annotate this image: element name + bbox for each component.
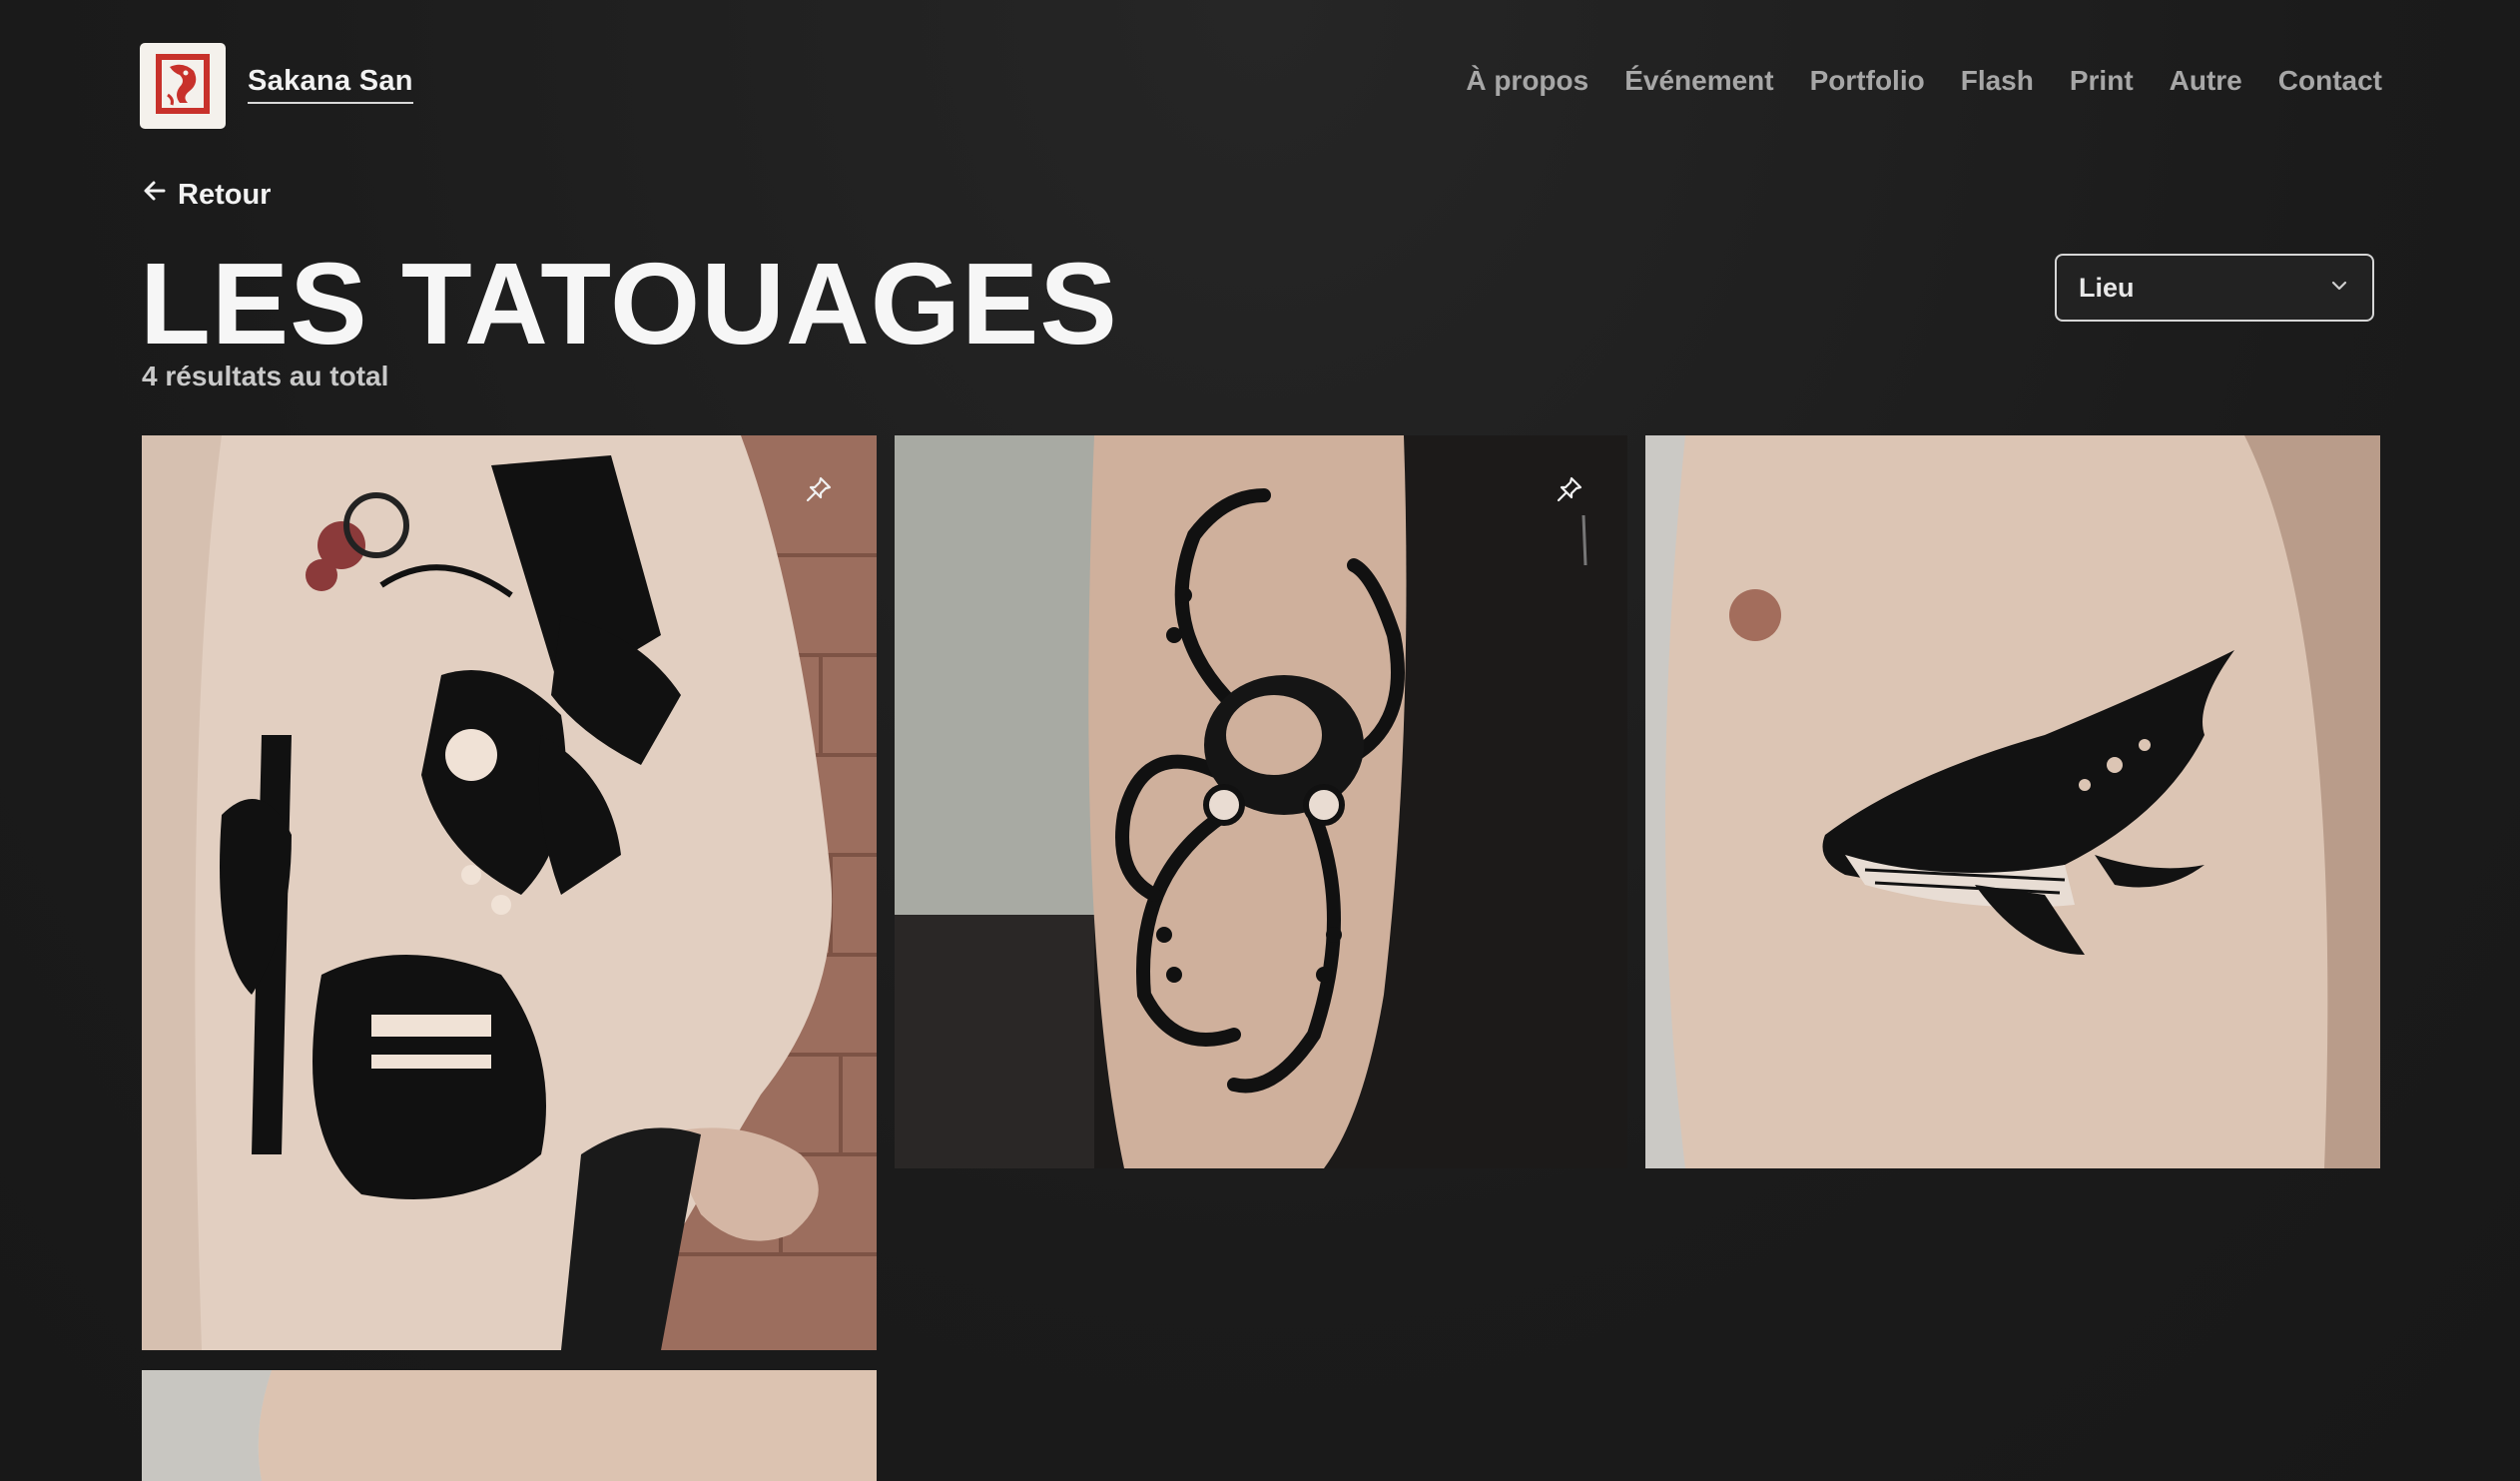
- main-nav: À propos Événement Portfolio Flash Print…: [1466, 65, 2382, 97]
- page-title: LES TATOUAGES: [140, 239, 1118, 369]
- back-link[interactable]: Retour: [142, 178, 271, 212]
- nav-item-autre[interactable]: Autre: [2170, 65, 2242, 97]
- nav-item-a-propos[interactable]: À propos: [1466, 65, 1588, 97]
- site-name-link[interactable]: Sakana San: [248, 65, 413, 104]
- nav-item-portfolio[interactable]: Portfolio: [1810, 65, 1925, 97]
- tattoo-photo-whale: [1645, 435, 2380, 1168]
- nav-item-print[interactable]: Print: [2070, 65, 2134, 97]
- back-link-label: Retour: [178, 178, 272, 211]
- nav-item-contact[interactable]: Contact: [2278, 65, 2382, 97]
- pin-icon: [803, 473, 835, 505]
- select-value: Lieu: [2079, 272, 2135, 303]
- koi-seal-icon: [152, 51, 214, 122]
- gallery-item-samurai-back[interactable]: [142, 435, 877, 1350]
- site-logo[interactable]: [140, 43, 226, 129]
- arrow-left-icon: [142, 178, 168, 212]
- gallery-item-partial[interactable]: [142, 1370, 877, 1481]
- tattoo-photo-samurai: [142, 435, 877, 1350]
- site-header: Sakana San À propos Événement Portfolio …: [140, 43, 2382, 129]
- gallery-item-octopus-arm[interactable]: [895, 435, 1627, 1168]
- nav-item-flash[interactable]: Flash: [1961, 65, 2034, 97]
- tattoo-photo-partial: [142, 1370, 877, 1481]
- pin-icon: [1554, 473, 1585, 505]
- chevron-down-icon: [2328, 275, 2350, 302]
- result-count: 4 résultats au total: [142, 361, 389, 391]
- page: Sakana San À propos Événement Portfolio …: [0, 0, 2520, 1481]
- tattoo-photo-octopus: [895, 435, 1627, 1168]
- gallery-item-whale-ribs[interactable]: [1645, 435, 2380, 1168]
- location-filter-select[interactable]: Lieu: [2055, 254, 2374, 322]
- nav-item-evenement[interactable]: Événement: [1624, 65, 1773, 97]
